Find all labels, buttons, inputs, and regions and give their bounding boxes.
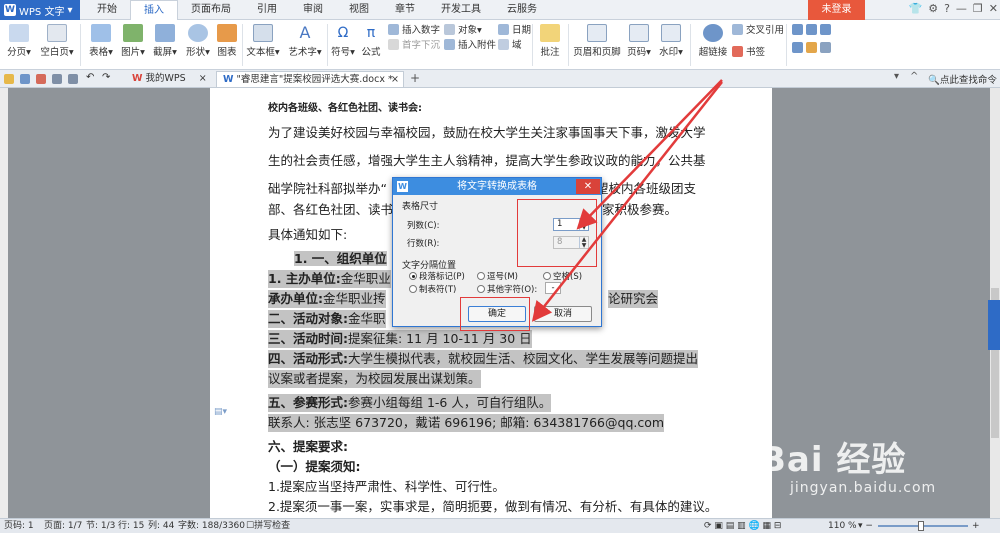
zoom-slider-thumb[interactable] bbox=[918, 521, 924, 531]
status-row: 行: 15 bbox=[118, 521, 145, 531]
zoom-level[interactable]: 110 % bbox=[828, 520, 857, 533]
status-page: 页面: 1/7 bbox=[44, 521, 83, 531]
status-bar: 页码: 1 页面: 1/7 节: 1/3 行: 15 列: 44 字数: 188… bbox=[0, 518, 1000, 533]
status-section: 节: 1/3 bbox=[86, 521, 116, 531]
status-page-code: 页码: 1 bbox=[4, 521, 34, 531]
arrow-to-cols bbox=[576, 79, 723, 230]
annotation-arrows bbox=[531, 79, 723, 322]
checkbox-icon: ☐ bbox=[246, 521, 255, 531]
spell-check-toggle[interactable]: ☐拼写检查 bbox=[246, 520, 290, 533]
status-col: 列: 44 bbox=[148, 521, 175, 531]
zoom-in-icon[interactable]: + bbox=[972, 520, 980, 533]
status-words[interactable]: 字数: 188/3360 bbox=[178, 520, 245, 533]
arrow-to-ok bbox=[531, 81, 723, 322]
view-mode-icons[interactable]: ⟳ ▣ ▤ ▥ 🌐 ▦ ⊟ bbox=[704, 520, 781, 533]
zoom-out-icon[interactable]: ▾ − bbox=[858, 520, 873, 533]
